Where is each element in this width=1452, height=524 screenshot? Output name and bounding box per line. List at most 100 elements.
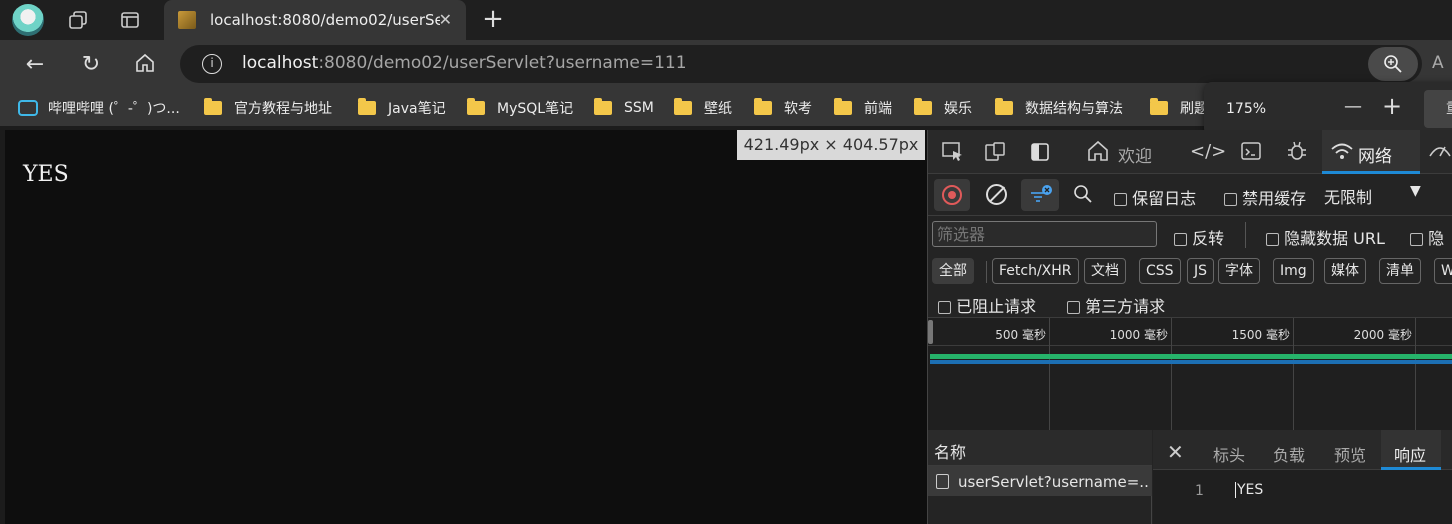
filter-toggle-button[interactable] [1021,179,1059,211]
zoom-level: 175% [1226,101,1267,117]
vertical-tabs-icon[interactable] [118,8,142,32]
zoom-out-button[interactable]: — [1344,96,1362,117]
bookmark-folder[interactable]: 数据结构与算法 [995,98,1123,118]
wifi-icon [1330,140,1354,167]
dropdown-arrow-icon: ▼ [1410,183,1421,199]
divider [986,261,987,283]
tab-payload[interactable]: 负载 [1273,442,1305,466]
active-tab[interactable]: localhost:8080/demo02/userServ ✕ [164,0,466,40]
refresh-icon[interactable]: ↻ [78,52,104,78]
third-party-checkbox[interactable]: 第三方请求 [1067,293,1165,317]
preserve-log-checkbox[interactable]: 保留日志 [1114,185,1196,209]
filter-input[interactable] [932,221,1157,247]
type-fetch-xhr[interactable]: Fetch/XHR [992,258,1079,284]
clear-icon[interactable] [986,184,1007,205]
record-button[interactable] [934,179,970,211]
folder-icon [1150,98,1168,115]
hide-extension-checkbox[interactable]: 隐 [1410,225,1444,249]
back-icon[interactable]: ← [22,52,48,78]
bookmark-folder[interactable]: 官方教程与地址 [204,98,332,118]
request-name: userServlet?username=... [958,473,1148,491]
console-icon[interactable] [1240,140,1262,167]
sources-bug-icon[interactable] [1286,140,1308,167]
timeline-tick: 2000 毫秒 [1353,328,1412,342]
page-viewport: YES [5,130,927,524]
type-font[interactable]: 字体 [1218,258,1260,284]
checkbox-icon [1067,301,1080,314]
bookmark-folder[interactable]: 壁纸 [674,98,732,118]
request-detail: ✕ 标头 负载 预览 响应 1 YES [1153,430,1452,524]
throttling-select[interactable]: 无限制 ▼ [1324,183,1428,208]
performance-icon[interactable] [1428,140,1452,167]
type-img[interactable]: Img [1273,258,1314,284]
checkbox-icon [938,301,951,314]
grid-line [1293,318,1294,430]
bookmark-folder[interactable]: 软考 [754,98,812,118]
tab-network[interactable]: 网络 [1322,130,1420,174]
workspaces-icon[interactable] [66,8,90,32]
folder-icon [754,98,772,115]
bilibili-icon [18,100,38,116]
checkbox-icon [1174,233,1187,246]
bookmark-folder[interactable]: Java笔记 [358,98,446,118]
folder-icon [995,98,1013,115]
device-emulation-icon[interactable] [985,142,1007,167]
profile-avatar[interactable] [12,4,44,36]
address-bar[interactable]: i localhost:8080/demo02/userServlet?user… [180,45,1444,83]
close-tab-icon[interactable]: ✕ [439,10,452,29]
bookmark-folder[interactable]: SSM [594,98,654,118]
site-info-icon[interactable]: i [202,54,222,74]
zoom-reset-button[interactable]: 重 [1424,90,1452,128]
folder-icon [834,98,852,115]
type-ws[interactable]: W [1434,258,1452,284]
folder-icon [674,98,692,115]
search-icon[interactable] [1073,184,1093,209]
type-doc[interactable]: 文档 [1084,258,1126,284]
blocked-requests-checkbox[interactable]: 已阻止请求 [938,293,1036,317]
type-css[interactable]: CSS [1139,258,1181,284]
folder-icon [594,98,612,115]
type-all[interactable]: 全部 [932,258,974,284]
bookmark-bilibili[interactable]: 哔哩哔哩 (゜-゜)つ... [18,98,180,118]
hide-data-url-checkbox[interactable]: 隐藏数据 URL [1266,225,1385,249]
grid-line [1171,318,1172,430]
timeline-overview: 500 毫秒 1000 毫秒 1500 毫秒 2000 毫秒 [928,318,1452,430]
tab-headers[interactable]: 标头 [1213,442,1245,466]
zoom-in-button[interactable]: + [1382,92,1402,120]
filter-row: 反转 隐藏数据 URL 隐 [928,216,1452,254]
bookmark-folder[interactable]: 娱乐 [914,98,972,118]
disable-cache-checkbox[interactable]: 禁用缓存 [1224,185,1306,209]
new-tab-button[interactable]: + [480,6,506,32]
tab-response[interactable]: 响应 [1381,430,1441,470]
response-body[interactable]: YES [1235,482,1263,498]
type-manifest[interactable]: 清单 [1379,258,1421,284]
home-icon[interactable] [1086,140,1110,167]
timeline-handle[interactable] [928,320,933,344]
bookmark-folder[interactable]: MySQL笔记 [467,98,573,118]
elements-icon[interactable]: </> [1190,141,1226,162]
tab-favicon [178,11,196,29]
checkbox-icon [1266,233,1279,246]
inspect-icon[interactable] [942,142,964,167]
dock-side-icon[interactable] [1030,142,1050,167]
type-js[interactable]: JS [1187,258,1215,284]
checkbox-icon [1114,193,1127,206]
url-text[interactable]: localhost:8080/demo02/userServlet?userna… [242,53,687,73]
tab-welcome[interactable]: 欢迎 [1118,142,1152,167]
home-icon[interactable] [132,52,158,78]
tab-preview[interactable]: 预览 [1334,442,1366,466]
close-icon[interactable]: ✕ [1167,440,1184,464]
zoom-indicator-button[interactable] [1368,47,1418,81]
bookmark-folder[interactable]: 刷题 [1150,98,1208,118]
timeline-bar-green [930,354,1452,359]
record-icon [942,185,962,205]
bookmark-folder[interactable]: 前端 [834,98,892,118]
type-media[interactable]: 媒体 [1324,258,1366,284]
request-row[interactable]: userServlet?username=... [928,466,1152,496]
invert-checkbox[interactable]: 反转 [1174,225,1224,249]
timeline-tick: 1000 毫秒 [1109,328,1168,342]
tab-network-label: 网络 [1358,147,1392,167]
tab-title: localhost:8080/demo02/userServ [210,11,440,29]
read-aloud-icon[interactable]: A [1432,53,1444,73]
checkbox-icon [1224,193,1237,206]
